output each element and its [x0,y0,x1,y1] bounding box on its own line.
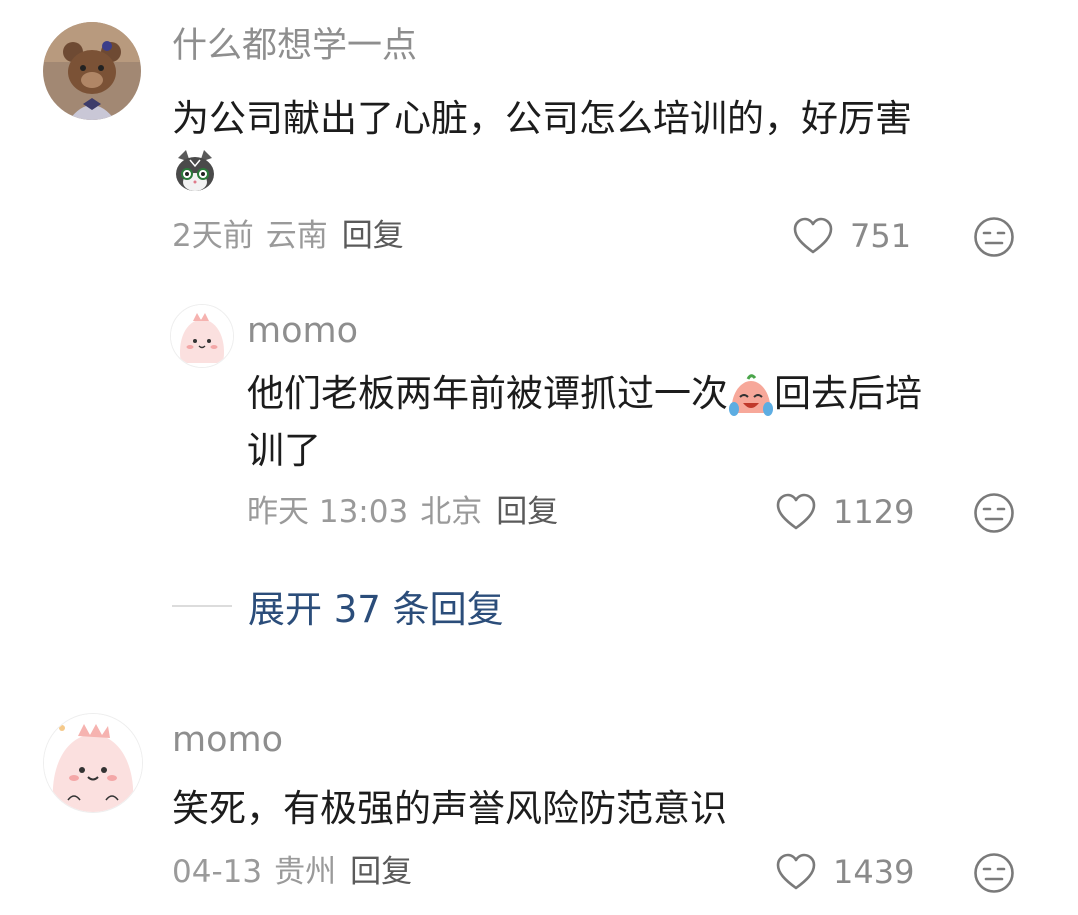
comment-time: 2天前 [172,218,254,254]
avatar[interactable] [43,22,141,120]
like-button[interactable]: 751 [792,214,911,258]
avatar[interactable] [170,304,234,368]
comment-meta: 2天前 云南 回复 [172,216,404,256]
like-button[interactable]: 1129 [775,490,914,534]
comment-region: 云南 [265,218,328,254]
like-count: 751 [850,217,912,255]
comment-meta: 04-13 贵州 回复 [172,852,412,892]
comment-time: 昨天 13:03 [247,494,409,530]
username[interactable]: 什么都想学一点 [172,24,417,68]
like-button[interactable]: 1439 [775,850,914,894]
comment-meta: 昨天 13:03 北京 回复 [247,492,558,532]
comment-text-part: 他们老板两年前被谭抓过一次 [247,372,728,415]
comment-text: 他们老板两年前被谭抓过一次 回去后培 [247,365,922,423]
comment-text-part: 回去后培 [774,372,922,415]
comment-region: 贵州 [274,854,337,890]
pink-blob-avatar-icon [44,714,142,812]
expand-replies-label: 展开 37 条回复 [248,588,504,631]
crying-laughing-peach-emoji-icon [728,373,774,419]
username[interactable]: momo [172,718,283,762]
comment-region: 北京 [420,494,483,530]
meh-face-icon [974,853,1014,893]
pink-blob-avatar-icon [171,305,233,367]
dislike-button[interactable] [972,851,1016,895]
cat-face-emoji-icon [172,148,218,194]
bear-avatar-icon [43,22,141,120]
meh-face-icon [974,217,1014,257]
comment-text: 笑死，有极强的声誉风险防范意识 [172,787,727,830]
meh-face-icon [974,493,1014,533]
avatar[interactable] [43,713,143,813]
like-count: 1129 [833,493,915,531]
expand-replies-button[interactable]: 展开 37 条回复 [172,581,504,631]
reply-button[interactable]: 回复 [496,494,558,530]
heart-icon [776,853,816,890]
reply-button[interactable]: 回复 [350,854,412,890]
divider-line [172,605,232,607]
dislike-button[interactable] [972,215,1016,259]
dislike-button[interactable] [972,491,1016,535]
heart-icon [776,493,816,530]
heart-icon [793,217,833,254]
username[interactable]: momo [247,309,358,353]
comment-text-line2: 训了 [247,429,321,472]
like-count: 1439 [833,853,915,891]
comment-time: 04-13 [172,854,263,890]
reply-button[interactable]: 回复 [342,218,404,254]
comment-text: 为公司献出了心脏，公司怎么培训的，好厉害 [172,97,912,140]
